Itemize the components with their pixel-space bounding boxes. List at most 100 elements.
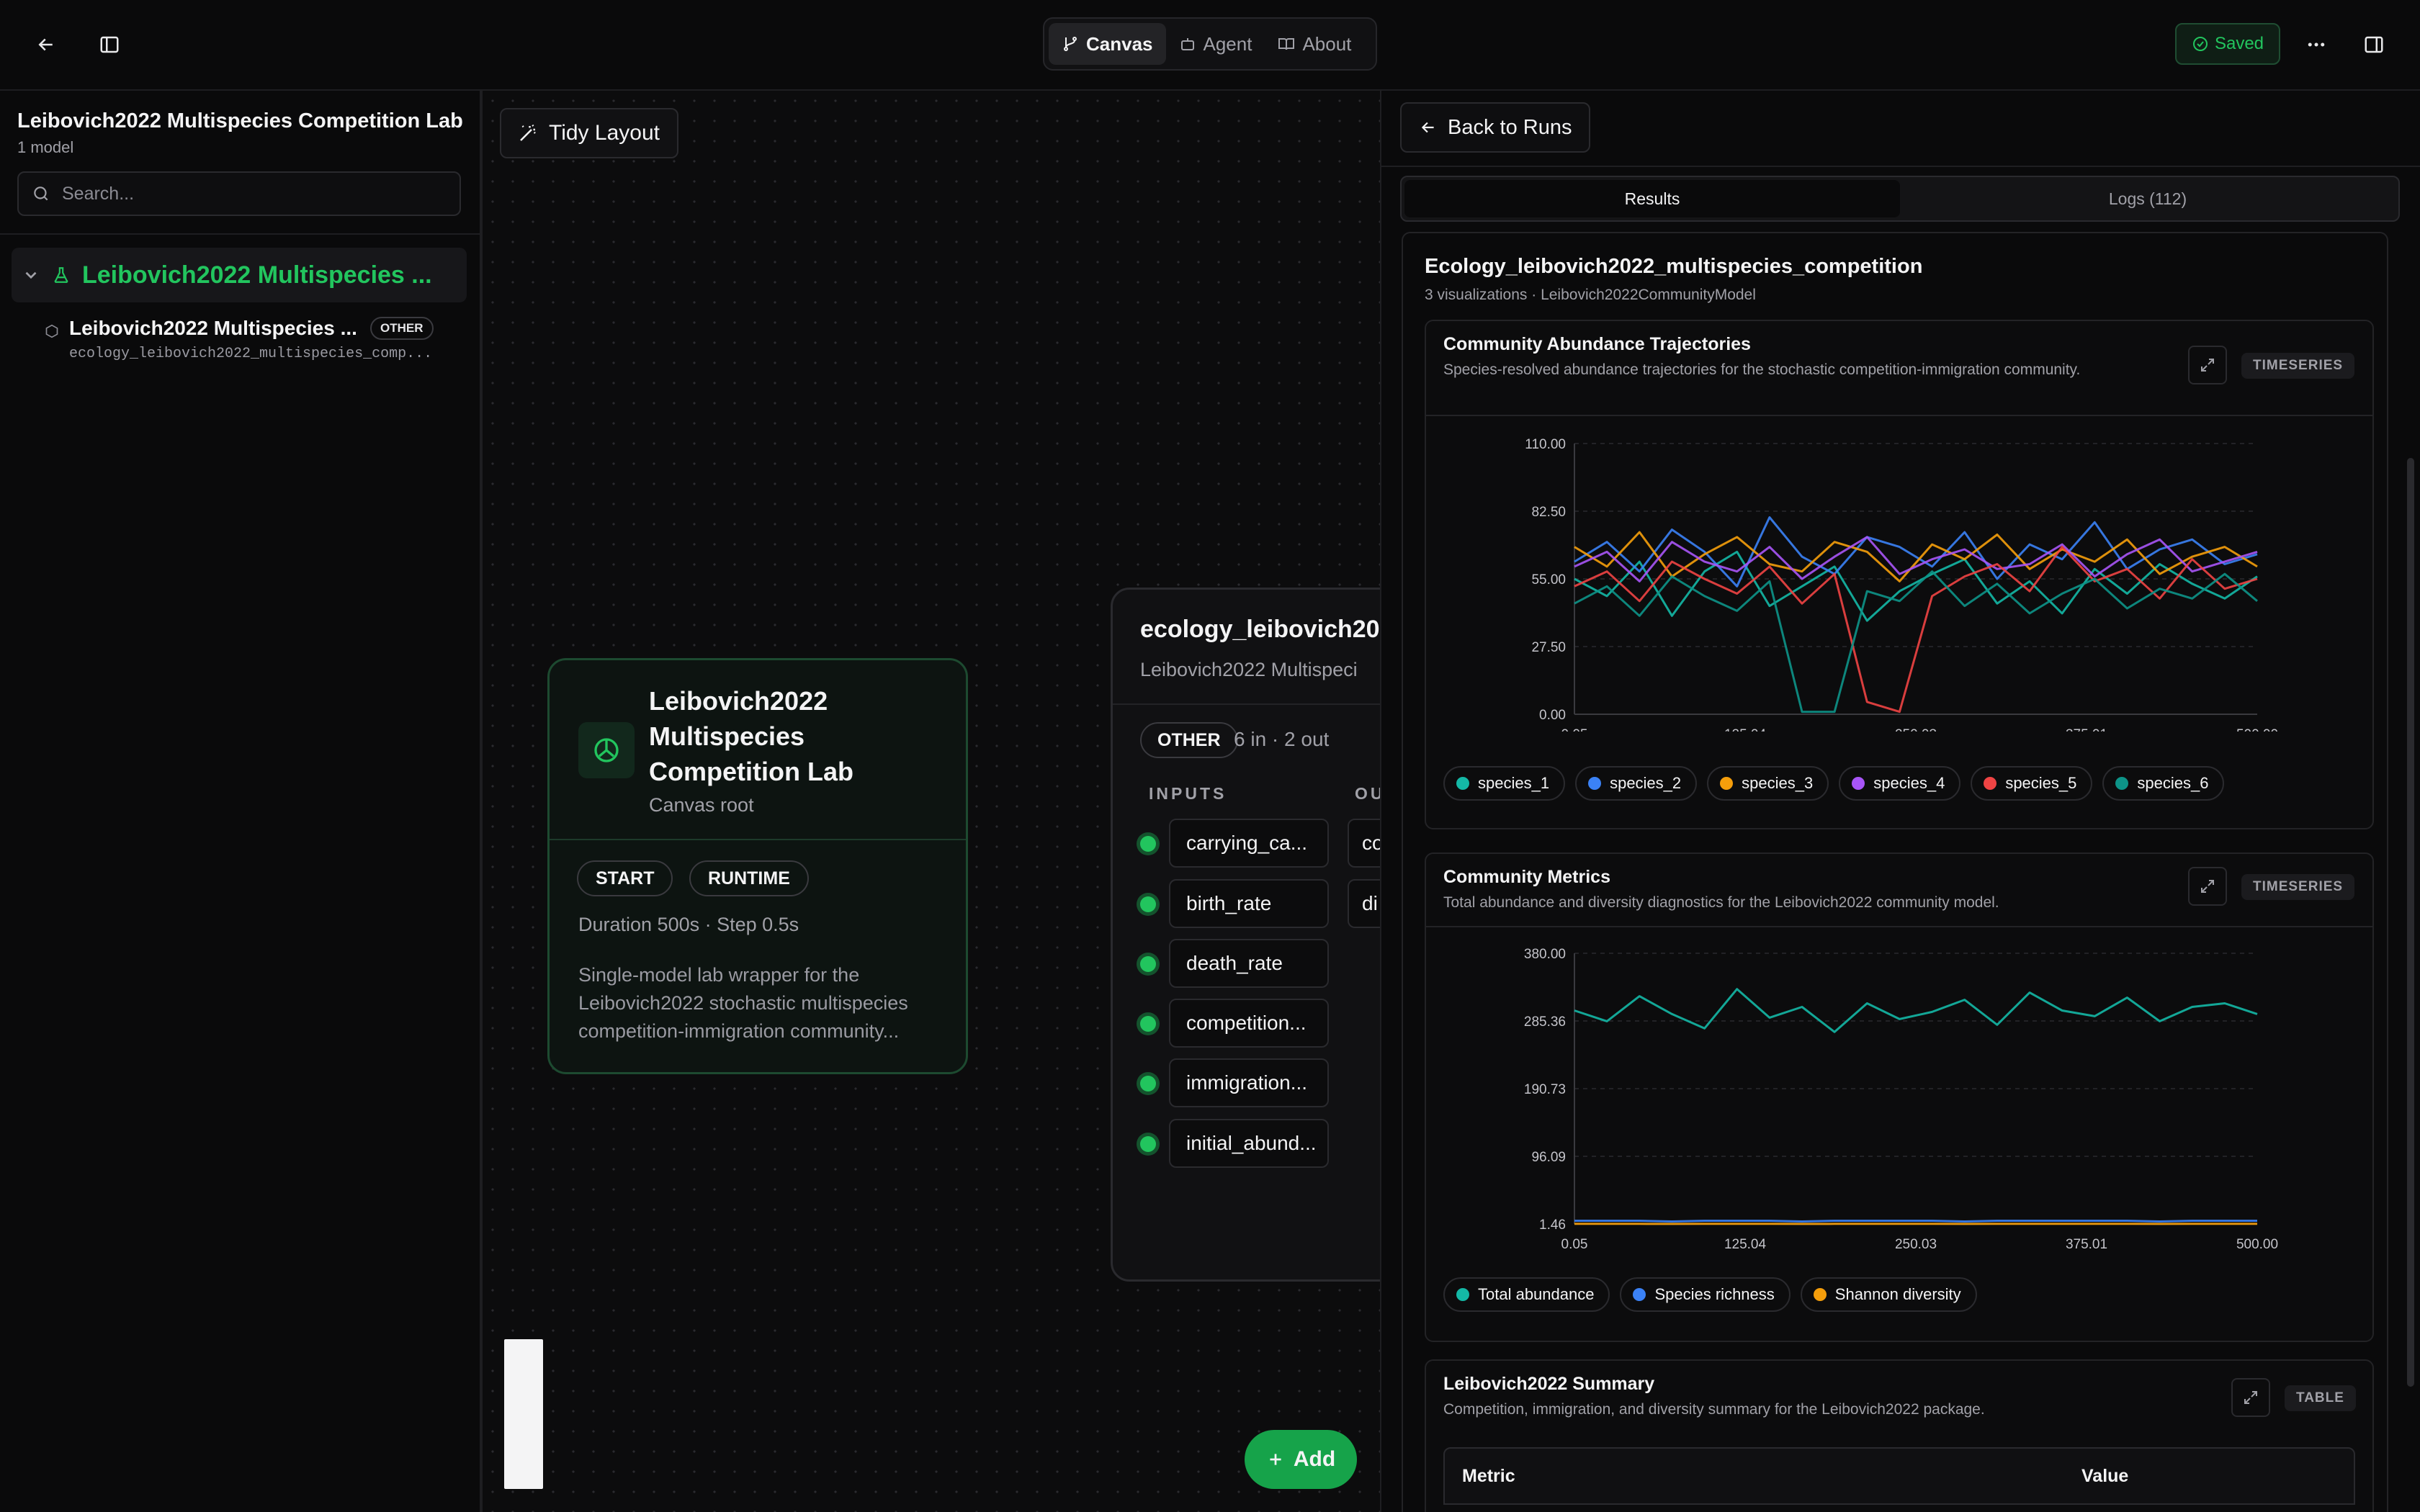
toggle-sidebar-button[interactable] [86,22,133,68]
viz-description: Competition, immigration, and diversity … [1443,1401,1985,1418]
metrics-chart: 380.00 285.36 190.73 96.09 1.46 0.05 125.04 250… [1524,947,2278,1248]
root-node-description: Single-model lab wrapper for the Leibovi… [578,964,908,1042]
back-button[interactable] [23,22,69,68]
input-port[interactable]: death_rate [1140,939,1330,989]
legend-swatch [1813,1288,1827,1301]
abundance-chart: 110.00 82.50 55.00 27.50 0.00 0.05 125.04 250.0… [1525,437,2278,732]
sidebar-model-item[interactable]: Leibovich2022 Multispecies ... OTHER eco… [45,317,462,374]
viz-type-badge: TABLE [2285,1385,2356,1411]
tab-canvas[interactable]: Canvas [1049,23,1166,65]
port-dot[interactable] [1140,956,1156,972]
legend-item[interactable]: species_5 [1971,766,2093,801]
more-button[interactable] [2293,22,2339,68]
metrics-legend: Total abundance Species richness Shannon d… [1443,1277,1977,1312]
results-logs-tabs: Results Logs (112) [1400,176,2400,222]
y-tick-label: 285.36 [1524,1014,1566,1030]
viz-title: Community Metrics [1443,867,1610,887]
column-header-value[interactable]: Value [2081,1466,2128,1487]
port-dot[interactable] [1140,1136,1156,1152]
summary-table-header: Metric Value [1443,1447,2355,1505]
input-port-label: initial_abund... [1169,1119,1329,1168]
expand-button[interactable] [2231,1378,2270,1417]
viz-title: Community Abundance Trajectories [1443,334,1751,354]
chevron-down-icon[interactable] [22,266,40,284]
series-line-species-4 [1574,536,2258,582]
back-to-runs-button[interactable]: Back to Runs [1400,102,1590,153]
input-port[interactable]: initial_abund... [1140,1119,1330,1169]
legend-item[interactable]: Total abundance [1443,1277,1610,1312]
search-input[interactable] [60,182,452,205]
model-node-title: ecology_leibovich20 [1140,616,1380,643]
root-node[interactable]: Leibovich2022 Multispecies Competition L… [547,658,968,1074]
sidebar: Leibovich2022 Multispecies Competition L… [0,91,483,1512]
legend-item[interactable]: Shannon diversity [1800,1277,1977,1312]
panel-scrollbar[interactable] [2407,458,2414,1387]
x-tick-label: 125.04 [1724,727,1767,732]
port-dot[interactable] [1140,1076,1156,1092]
legend-label: species_1 [1478,774,1550,792]
input-port[interactable]: birth_rate [1140,879,1330,930]
legend-swatch [1984,777,1997,790]
y-tick-label: 96.09 [1531,1150,1566,1165]
expand-button[interactable] [2188,346,2227,384]
output-port[interactable]: co [1348,819,1380,868]
sidebar-model-name: Leibovich2022 Multispecies ... [69,317,357,339]
tab-canvas-label: Canvas [1086,32,1153,55]
viz-description: Species-resolved abundance trajectories … [1443,361,2081,378]
tab-logs[interactable]: Logs (112) [1900,180,2396,217]
legend-item[interactable]: species_6 [2102,766,2225,801]
model-node[interactable]: ecology_leibovich20 Leibovich2022 Multis… [1111,588,1380,1282]
x-tick-label: 500.00 [2236,1237,2278,1248]
legend-item[interactable]: species_1 [1443,766,1566,801]
expand-icon [2201,880,2214,893]
more-horizontal-icon [2308,42,2325,47]
abundance-legend: species_1 species_2 species_3 species_4 spec… [1443,766,2225,801]
lab-group-row[interactable]: Leibovich2022 Multispecies ... [12,248,467,302]
series-line-total-abundance [1574,988,2258,1033]
tidy-layout-button[interactable]: Tidy Layout [500,108,678,158]
canvas[interactable]: Tidy Layout Leibovich2022 Multispecies C… [483,91,1380,1512]
tab-results[interactable]: Results [1404,180,1900,217]
canvas-minimap-handle[interactable] [504,1339,543,1489]
legend-label: species_6 [2137,774,2209,792]
legend-swatch [1588,777,1602,790]
saved-status-badge: Saved [2175,23,2280,65]
model-node-meta: 6 in · 2 out [1234,728,1330,750]
toggle-panel-button[interactable] [2351,22,2397,68]
port-dot[interactable] [1140,836,1156,852]
x-tick-label: 250.03 [1895,727,1937,732]
expand-button[interactable] [2188,867,2227,906]
add-button[interactable]: Add [1245,1430,1357,1489]
legend-item[interactable]: Species richness [1620,1277,1791,1312]
y-tick-label: 27.50 [1531,640,1566,655]
expand-icon [2244,1391,2257,1404]
lab-title: Leibovich2022 Multispecies Competition L… [17,109,463,132]
legend-label: species_3 [1742,774,1814,792]
legend-item[interactable]: species_4 [1839,766,1961,801]
legend-label: Total abundance [1478,1285,1595,1303]
output-port[interactable]: di [1348,879,1380,928]
legend-item[interactable]: species_2 [1575,766,1698,801]
expand-icon [2201,359,2214,372]
root-node-subtitle: Canvas root [649,794,754,816]
legend-item[interactable]: species_3 [1707,766,1829,801]
column-header-metric[interactable]: Metric [1462,1466,1515,1487]
input-port-label: death_rate [1169,939,1329,988]
lab-group-label: Leibovich2022 Multispecies ... [82,261,432,289]
input-port-label: competition... [1169,999,1329,1048]
tab-about[interactable]: About [1265,23,1364,65]
port-dot[interactable] [1140,896,1156,912]
arrow-left-icon [38,38,53,51]
sidebar-divider [0,233,480,235]
input-port[interactable]: competition... [1140,999,1330,1049]
input-port[interactable]: immigration... [1140,1058,1330,1109]
search-icon [34,186,48,201]
sidebar-icon [100,36,119,53]
port-dot[interactable] [1140,1016,1156,1032]
x-tick-label: 500.00 [2236,727,2278,732]
root-node-header: Leibovich2022 Multispecies Competition L… [550,660,966,840]
tab-agent[interactable]: Agent [1166,23,1265,65]
input-port[interactable]: carrying_ca... [1140,819,1330,869]
magic-wand-icon [520,124,536,141]
x-tick-label: 375.01 [2066,727,2107,732]
